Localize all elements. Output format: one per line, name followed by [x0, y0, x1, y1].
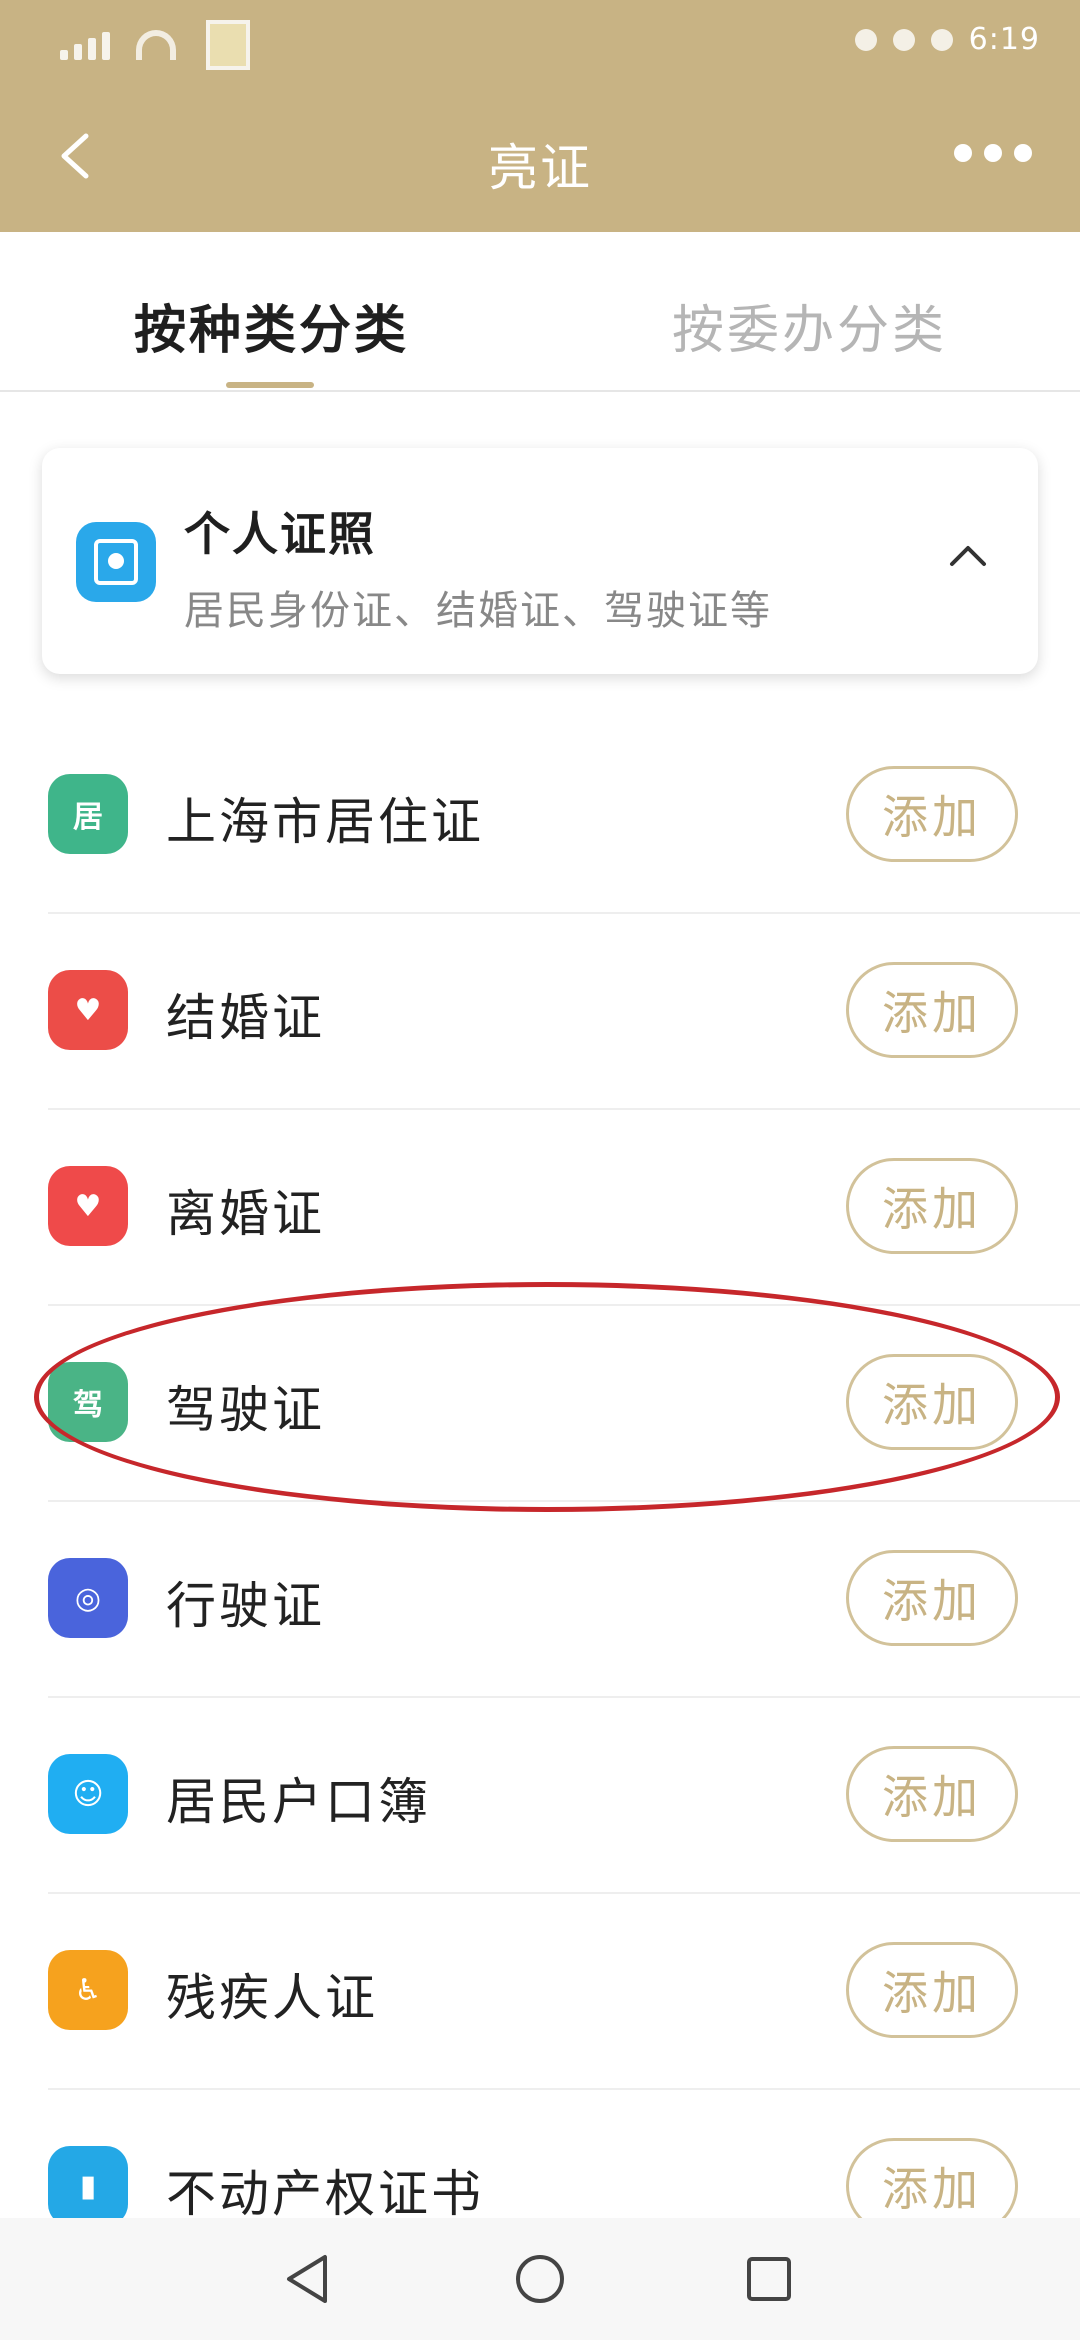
alarm-icon — [854, 28, 877, 51]
certificate-list: 居 上海市居住证 添加 ♥ 结婚证 添加 ♥ 离婚证 添加 驾 驾驶证 添加 ◎… — [0, 718, 1080, 2286]
marriage-certificate-icon: ♥ — [48, 970, 128, 1050]
add-button[interactable]: 添加 — [846, 766, 1018, 862]
property-certificate-icon: ▮ — [48, 2146, 128, 2226]
add-button[interactable]: 添加 — [846, 1942, 1018, 2038]
bluetooth-icon — [892, 28, 915, 51]
category-card-personal-certificates[interactable]: 个人证照 居民身份证、结婚证、驾驶证等 — [42, 448, 1038, 674]
tab-bar: 按种类分类 按委办分类 — [0, 248, 1080, 392]
chevron-up-icon[interactable] — [948, 542, 988, 582]
top-bar: 6:19 亮证 — [0, 0, 1080, 232]
item-label: 上海市居住证 — [166, 793, 484, 851]
item-label: 居民户口簿 — [166, 1773, 431, 1831]
list-item[interactable]: ◎ 行驶证 添加 — [0, 1502, 1080, 1698]
list-item[interactable]: ☺ 居民户口簿 添加 — [0, 1698, 1080, 1894]
item-label: 离婚证 — [166, 1185, 325, 1243]
list-item[interactable]: ♥ 离婚证 添加 — [0, 1110, 1080, 1306]
dot — [954, 144, 972, 162]
item-label: 结婚证 — [166, 989, 325, 1047]
status-bar: 6:19 — [0, 0, 1080, 84]
status-right: 6:19 — [854, 22, 1040, 57]
wifi-icon — [136, 30, 176, 60]
header: 亮证 — [0, 84, 1080, 232]
add-button[interactable]: 添加 — [846, 962, 1018, 1058]
list-item[interactable]: ♥ 结婚证 添加 — [0, 914, 1080, 1110]
recents-square-icon[interactable] — [734, 2244, 804, 2314]
back-triangle-icon[interactable] — [274, 2244, 344, 2314]
list-item[interactable]: 居 上海市居住证 添加 — [0, 718, 1080, 914]
notification-icon — [930, 28, 953, 51]
item-label: 不动产权证书 — [166, 2165, 484, 2223]
signal-icon — [60, 30, 120, 60]
status-left — [60, 20, 250, 70]
tab-by-type[interactable]: 按种类分类 — [134, 288, 409, 363]
navigation-bar — [0, 2218, 1080, 2340]
id-card-icon — [76, 522, 156, 602]
status-time: 6:19 — [968, 22, 1040, 57]
battery-icon — [206, 20, 250, 70]
category-subtitle: 居民身份证、结婚证、驾驶证等 — [184, 588, 772, 634]
item-label: 行驶证 — [166, 1577, 325, 1635]
category-title: 个人证照 — [184, 507, 376, 561]
dot — [984, 144, 1002, 162]
residence-permit-icon: 居 — [48, 774, 128, 854]
steering-wheel-icon: ◎ — [48, 1558, 128, 1638]
divorce-certificate-icon: ♥ — [48, 1166, 128, 1246]
item-label: 残疾人证 — [166, 1969, 378, 2027]
dot — [1014, 144, 1032, 162]
add-button[interactable]: 添加 — [846, 1158, 1018, 1254]
driver-license-icon: 驾 — [48, 1362, 128, 1442]
tab-by-department[interactable]: 按委办分类 — [672, 288, 947, 363]
add-button[interactable]: 添加 — [846, 1746, 1018, 1842]
add-button[interactable]: 添加 — [846, 1354, 1018, 1450]
wheelchair-icon: ♿ — [48, 1950, 128, 2030]
list-item[interactable]: 驾 驾驶证 添加 — [0, 1306, 1080, 1502]
page-title: 亮证 — [488, 139, 592, 197]
household-register-icon: ☺ — [48, 1754, 128, 1834]
item-label: 驾驶证 — [166, 1381, 325, 1439]
more-dots-icon[interactable] — [954, 144, 1032, 162]
tab-underline — [226, 382, 314, 388]
home-circle-icon[interactable] — [505, 2244, 575, 2314]
add-button[interactable]: 添加 — [846, 1550, 1018, 1646]
list-item[interactable]: ♿ 残疾人证 添加 — [0, 1894, 1080, 2090]
